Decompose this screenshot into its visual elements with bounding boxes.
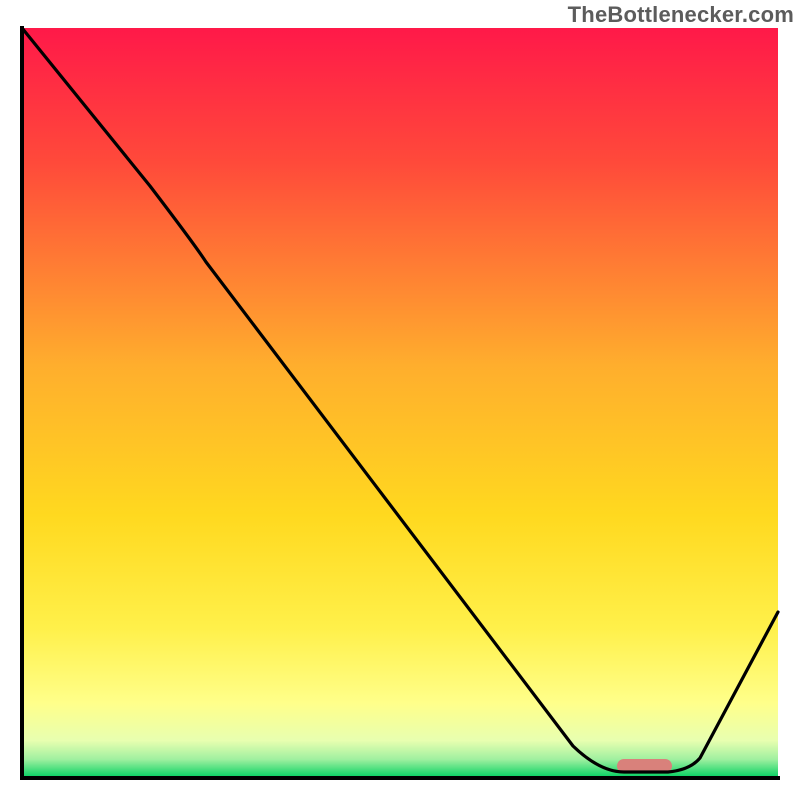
bottleneck-chart: TheBottlenecker.com [0, 0, 800, 800]
chart-svg [0, 0, 800, 800]
attribution-label: TheBottlenecker.com [568, 2, 794, 28]
plot-background [22, 28, 778, 778]
